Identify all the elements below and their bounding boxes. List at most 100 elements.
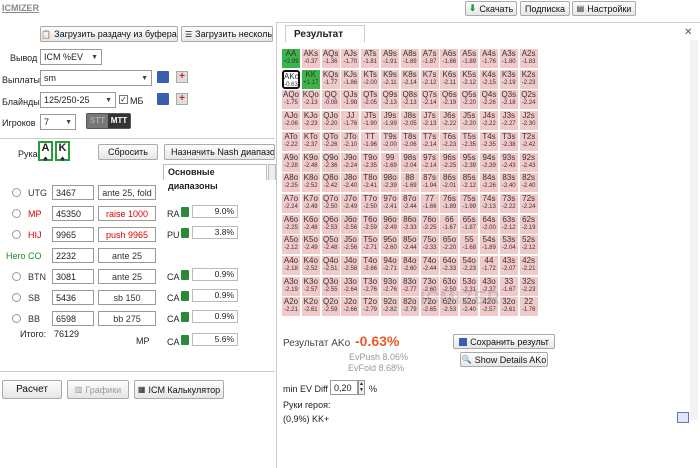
matrix-cell-KJo[interactable]: KJo -2.23 xyxy=(301,111,320,131)
matrix-cell-A8o[interactable]: A8o -2.25 xyxy=(282,173,300,193)
player-action-input[interactable]: ante 25 xyxy=(98,269,156,284)
result-tab[interactable]: Результат xyxy=(285,25,365,43)
matrix-cell-KTs[interactable]: KTs -2.00 xyxy=(361,69,380,89)
matrix-cell-98o[interactable]: 98o -2.39 xyxy=(381,173,399,193)
matrix-cell-T7o[interactable]: T7o -2.50 xyxy=(361,193,380,213)
add-blinds-icon[interactable]: + xyxy=(176,93,188,105)
range-percent[interactable]: 9.0% xyxy=(192,205,238,218)
matrix-cell-75o[interactable]: 75o -2.33 xyxy=(420,235,439,255)
matrix-cell-KQo[interactable]: KQo -2.13 xyxy=(301,90,320,110)
close-icon[interactable]: ✕ xyxy=(684,27,692,38)
matrix-cell-T2o[interactable]: T2o -2.79 xyxy=(361,297,380,317)
player-stack-input[interactable]: 9965 xyxy=(52,227,94,242)
matrix-cell-A9s[interactable]: A9s -1.91 xyxy=(381,49,399,68)
matrix-cell-JTs[interactable]: JTs -1.90 xyxy=(361,111,380,131)
matrix-cell-43s[interactable]: 43s -2.07 xyxy=(499,256,518,275)
matrix-cell-93s[interactable]: 93s -2.43 xyxy=(499,152,518,172)
matrix-cell-J5s[interactable]: J5s -2.20 xyxy=(460,111,479,131)
matrix-cell-J4s[interactable]: J4s -2.22 xyxy=(480,111,498,131)
matrix-cell-74s[interactable]: 74s -2.13 xyxy=(480,193,498,213)
matrix-cell-K6s[interactable]: K6s -2.11 xyxy=(440,69,459,89)
matrix-cell-JJ[interactable]: JJ -1.76 xyxy=(341,111,360,131)
assign-nash-button[interactable]: Назначить Nash диапазоны xyxy=(164,144,275,160)
matrix-cell-74o[interactable]: 74o -2.44 xyxy=(420,256,439,275)
matrix-cell-93o[interactable]: 93o -2.76 xyxy=(381,276,399,296)
mb-checkbox[interactable]: ✓ xyxy=(119,95,128,104)
reset-button[interactable]: Сбросить xyxy=(98,144,158,160)
matrix-cell-T3o[interactable]: T3o -2.76 xyxy=(361,276,380,296)
matrix-cell-73s[interactable]: 73s -2.22 xyxy=(499,193,518,213)
matrix-cell-K7s[interactable]: K7s -2.12 xyxy=(420,69,439,89)
matrix-cell-AKo[interactable]: AKo -0.63 xyxy=(282,69,300,89)
matrix-cell-87s[interactable]: 87s -1.94 xyxy=(420,173,439,193)
matrix-cell-Q9s[interactable]: Q9s -2.13 xyxy=(381,90,399,110)
player-action-input[interactable]: sb 150 xyxy=(98,290,156,305)
matrix-cell-T6s[interactable]: T6s -2.23 xyxy=(440,131,459,151)
lock-icon[interactable] xyxy=(181,291,189,301)
matrix-cell-ATs[interactable]: ATs -1.81 xyxy=(361,49,380,68)
matrix-cell-J9s[interactable]: J9s -1.99 xyxy=(381,111,399,131)
load-from-buffer-button[interactable]: 📋 Загрузить раздачу из буфера xyxy=(40,26,178,42)
show-details-button[interactable]: 🔍 Show Details AKo xyxy=(460,352,548,367)
matrix-cell-K5s[interactable]: K5s -2.12 xyxy=(460,69,479,89)
player-radio[interactable] xyxy=(12,272,21,281)
player-stack-input[interactable]: 45350 xyxy=(52,206,94,221)
player-stack-input[interactable]: 3467 xyxy=(52,185,94,200)
matrix-cell-T2s[interactable]: T2s -2.42 xyxy=(519,131,538,151)
lock-icon[interactable] xyxy=(181,312,189,322)
matrix-cell-K6o[interactable]: K6o -2.48 xyxy=(301,214,320,234)
matrix-cell-92o[interactable]: 92o -2.82 xyxy=(381,297,399,317)
matrix-cell-K3s[interactable]: K3s -2.19 xyxy=(499,69,518,89)
matrix-cell-TT[interactable]: TT -1.96 xyxy=(361,131,380,151)
graphs-button[interactable]: ▥ Графики xyxy=(67,380,129,399)
matrix-cell-Q5s[interactable]: Q5s -2.20 xyxy=(460,90,479,110)
matrix-cell-96s[interactable]: 96s -2.25 xyxy=(440,152,459,172)
matrix-cell-K7o[interactable]: K7o -2.49 xyxy=(301,193,320,213)
matrix-cell-Q3o[interactable]: Q3o -2.55 xyxy=(321,276,340,296)
player-action-input[interactable]: bb 275 xyxy=(98,311,156,326)
player-action-input[interactable]: raise 1000 xyxy=(98,206,156,221)
matrix-cell-Q8o[interactable]: Q8o -2.42 xyxy=(321,173,340,193)
hand-card-1[interactable]: A ♠ xyxy=(38,141,53,163)
matrix-cell-95s[interactable]: 95s -2.39 xyxy=(460,152,479,172)
matrix-cell-97s[interactable]: 97s -2.14 xyxy=(420,152,439,172)
matrix-cell-A4o[interactable]: A4o -2.18 xyxy=(282,256,300,275)
matrix-cell-99[interactable]: 99 -1.69 xyxy=(381,152,399,172)
matrix-cell-K2s[interactable]: K2s -2.23 xyxy=(519,69,538,89)
matrix-cell-A5o[interactable]: A5o -2.12 xyxy=(282,235,300,255)
icm-calculator-button[interactable]: ▦ ICM Калькулятор xyxy=(134,380,224,399)
matrix-cell-K4o[interactable]: K4o -2.52 xyxy=(301,256,320,275)
matrix-cell-88[interactable]: 88 -1.69 xyxy=(400,173,419,193)
matrix-cell-K4s[interactable]: K4s -2.15 xyxy=(480,69,498,89)
matrix-cell-92s[interactable]: 92s -2.43 xyxy=(519,152,538,172)
matrix-cell-Q4o[interactable]: Q4o -2.51 xyxy=(321,256,340,275)
matrix-cell-K8o[interactable]: K8o -2.52 xyxy=(301,173,320,193)
matrix-cell-J7o[interactable]: J7o -2.49 xyxy=(341,193,360,213)
load-several-button[interactable]: ☰ Загрузить нескольк xyxy=(181,26,273,42)
blinds-select[interactable]: 125/250-25 ▼ xyxy=(40,92,116,108)
matrix-cell-83s[interactable]: 83s -2.40 xyxy=(499,173,518,193)
range-percent[interactable]: 3.8% xyxy=(192,226,238,239)
settings-button[interactable]: ▤ Настройки xyxy=(572,1,636,16)
players-select[interactable]: 7 ▼ xyxy=(40,114,76,130)
matrix-cell-75s[interactable]: 75s -1.99 xyxy=(460,193,479,213)
matrix-cell-A5s[interactable]: A5s -1.89 xyxy=(460,49,479,68)
matrix-cell-66[interactable]: 66 -1.67 xyxy=(440,214,459,234)
calculate-button[interactable]: Расчет xyxy=(2,380,62,399)
matrix-cell-J3s[interactable]: J3s -2.27 xyxy=(499,111,518,131)
payouts-select[interactable]: sm ▼ xyxy=(40,70,152,86)
player-radio[interactable] xyxy=(12,188,21,197)
player-action-input[interactable]: ante 25, fold xyxy=(98,185,156,200)
save-blinds-icon[interactable] xyxy=(157,93,169,105)
player-stack-input[interactable]: 6598 xyxy=(52,311,94,326)
matrix-cell-A8s[interactable]: A8s -1.89 xyxy=(400,49,419,68)
matrix-cell-64o[interactable]: 64o -2.33 xyxy=(440,256,459,275)
matrix-cell-J3o[interactable]: J3o -2.64 xyxy=(341,276,360,296)
matrix-cell-QTs[interactable]: QTs -2.05 xyxy=(361,90,380,110)
matrix-cell-77[interactable]: 77 -1.66 xyxy=(420,193,439,213)
matrix-cell-QJo[interactable]: QJo -2.20 xyxy=(321,111,340,131)
matrix-cell-AJs[interactable]: AJs -1.70 xyxy=(341,49,360,68)
matrix-cell-JTo[interactable]: JTo -2.10 xyxy=(341,131,360,151)
matrix-cell-96o[interactable]: 96o -2.49 xyxy=(381,214,399,234)
matrix-cell-KQs[interactable]: KQs -1.77 xyxy=(321,69,340,89)
